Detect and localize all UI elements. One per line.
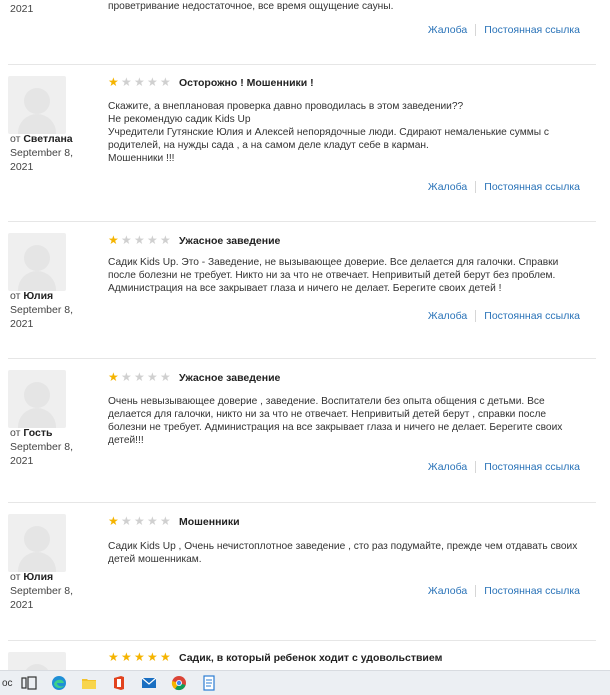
complaint-link[interactable]: Жалоба	[428, 181, 467, 193]
star-empty-icon: ★	[134, 370, 145, 384]
star-empty-icon: ★	[147, 514, 158, 528]
divider	[475, 24, 477, 36]
divider	[8, 221, 596, 222]
rating-stars: ★ ★ ★ ★ ★	[108, 371, 172, 383]
reviews-page: 2021 проветривание недостаточное, все вр…	[0, 0, 610, 670]
review-body: проветривание недостаточное, все время о…	[108, 1, 394, 12]
author-name: Юлия	[23, 571, 54, 583]
review-actions: Жалоба Постоянная ссылка	[428, 310, 580, 322]
star-empty-icon: ★	[134, 233, 145, 247]
task-view-icon[interactable]	[14, 671, 44, 695]
divider	[8, 640, 596, 641]
permalink-link[interactable]: Постоянная ссылка	[484, 24, 580, 36]
review-item: ★ ★ ★ ★ ★ Садик, в который ребенок ходит с у…	[0, 640, 600, 670]
review-title: Осторожно ! Мошенники !	[179, 77, 314, 89]
star-filled-icon: ★	[108, 233, 119, 247]
star-filled-icon: ★	[108, 75, 119, 89]
rating-stars: ★ ★ ★ ★ ★	[108, 651, 172, 663]
review-author: от Гость September 8, 2021	[10, 427, 74, 467]
file-explorer-icon[interactable]	[74, 671, 104, 695]
chrome-icon[interactable]	[164, 671, 194, 695]
star-empty-icon: ★	[147, 370, 158, 384]
review-title: Ужасное заведение	[179, 235, 281, 247]
divider	[475, 181, 477, 193]
rating-stars: ★ ★ ★ ★ ★	[108, 234, 172, 246]
star-empty-icon: ★	[160, 75, 171, 89]
star-filled-icon: ★	[134, 650, 145, 664]
permalink-link[interactable]: Постоянная ссылка	[484, 585, 580, 597]
author-name: Гость	[23, 427, 53, 439]
edge-icon[interactable]	[44, 671, 74, 695]
review-date: September 8,	[10, 441, 74, 453]
review-actions: Жалоба Постоянная ссылка	[428, 585, 580, 597]
previous-review-fragment: 2021 проветривание недостаточное, все вр…	[0, 0, 600, 40]
windows-taskbar: ос	[0, 670, 610, 695]
review-actions: Жалоба Постоянная ссылка	[428, 24, 580, 36]
star-empty-icon: ★	[121, 370, 132, 384]
review-date: September 8,	[10, 147, 74, 159]
star-empty-icon: ★	[160, 370, 171, 384]
review-date: September 8,	[10, 304, 74, 316]
star-filled-icon: ★	[108, 514, 119, 528]
review-body: Садик Kids Up , Очень нечистоплотное зав…	[108, 541, 578, 565]
review-actions: Жалоба Постоянная ссылка	[428, 461, 580, 473]
star-empty-icon: ★	[134, 514, 145, 528]
star-filled-icon: ★	[160, 650, 171, 664]
review-body: Садик Kids Up. Это - Заведение, не вызыв…	[108, 257, 559, 294]
author-name: Юлия	[23, 290, 54, 302]
review-title: Ужасное заведение	[179, 372, 281, 384]
divider	[475, 585, 477, 597]
star-empty-icon: ★	[134, 75, 145, 89]
review-author: от Светлана September 8, 2021	[10, 133, 74, 173]
review-title: Мошенники	[179, 516, 240, 528]
review-body: Скажите, а внеплановая проверка давно пр…	[108, 101, 549, 164]
star-filled-icon: ★	[108, 370, 119, 384]
star-empty-icon: ★	[147, 75, 158, 89]
complaint-link[interactable]: Жалоба	[428, 24, 467, 36]
star-empty-icon: ★	[147, 233, 158, 247]
permalink-link[interactable]: Постоянная ссылка	[484, 461, 580, 473]
search-box-fragment[interactable]: ос	[2, 678, 14, 689]
avatar	[8, 514, 66, 572]
permalink-link[interactable]: Постоянная ссылка	[484, 310, 580, 322]
star-empty-icon: ★	[160, 514, 171, 528]
review-date-year: 2021	[10, 3, 34, 15]
star-empty-icon: ★	[121, 514, 132, 528]
review-author: от Юлия September 8, 2021	[10, 571, 74, 611]
star-filled-icon: ★	[147, 650, 158, 664]
review-author: от Юлия September 8, 2021	[10, 290, 74, 330]
divider	[475, 310, 477, 322]
star-empty-icon: ★	[160, 233, 171, 247]
star-empty-icon: ★	[121, 233, 132, 247]
avatar	[8, 652, 66, 670]
star-filled-icon: ★	[108, 650, 119, 664]
review-item: от Юлия September 8, 2021 ★ ★ ★ ★ ★ Ужасное …	[0, 221, 600, 356]
divider	[8, 64, 596, 65]
review-date: September 8,	[10, 585, 74, 597]
star-empty-icon: ★	[121, 75, 132, 89]
document-icon[interactable]	[194, 671, 224, 695]
review-item: от Светлана September 8, 2021 ★ ★ ★ ★ ★ Осто…	[0, 64, 600, 219]
divider	[8, 502, 596, 503]
rating-stars: ★ ★ ★ ★ ★	[108, 515, 172, 527]
divider	[475, 461, 477, 473]
avatar	[8, 76, 66, 134]
review-item: от Юлия September 8, 2021 ★ ★ ★ ★ ★ Мошенник…	[0, 502, 600, 638]
avatar	[8, 370, 66, 428]
avatar	[8, 233, 66, 291]
review-actions: Жалоба Постоянная ссылка	[428, 181, 580, 193]
review-body: Очень невызывающее доверие , заведение. …	[108, 396, 563, 446]
divider	[8, 358, 596, 359]
office-icon[interactable]	[104, 671, 134, 695]
rating-stars: ★ ★ ★ ★ ★	[108, 76, 172, 88]
review-title: Садик, в который ребенок ходит с удоволь…	[179, 652, 443, 664]
review-item: от Гость September 8, 2021 ★ ★ ★ ★ ★ Ужасное…	[0, 358, 600, 508]
complaint-link[interactable]: Жалоба	[428, 310, 467, 322]
complaint-link[interactable]: Жалоба	[428, 585, 467, 597]
permalink-link[interactable]: Постоянная ссылка	[484, 181, 580, 193]
mail-icon[interactable]	[134, 671, 164, 695]
complaint-link[interactable]: Жалоба	[428, 461, 467, 473]
author-name: Светлана	[23, 133, 73, 145]
star-filled-icon: ★	[121, 650, 132, 664]
